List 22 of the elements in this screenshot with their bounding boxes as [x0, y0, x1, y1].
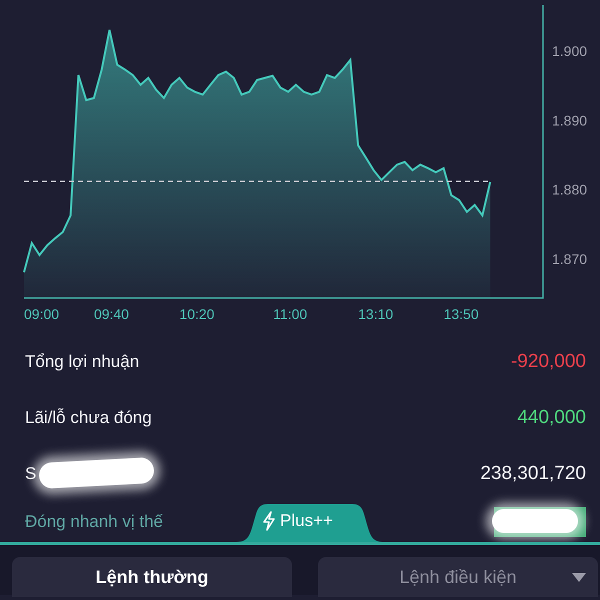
- axis-label: 11:00: [273, 306, 308, 322]
- axis-label: 10:20: [179, 306, 214, 322]
- row-label: S: [25, 464, 36, 484]
- row-value: 238,301,720: [480, 463, 586, 485]
- axis-label: 13:50: [444, 306, 479, 322]
- order-tab[interactable]: Lệnh thường: [12, 557, 292, 597]
- axis-label: 09:00: [24, 306, 60, 322]
- axis-label: 1.880: [552, 182, 588, 198]
- plus-tab-label[interactable]: Plus++: [280, 511, 333, 531]
- row-value: 440,000: [517, 407, 586, 429]
- row-label: Tổng lợi nhuận: [25, 352, 140, 372]
- axis-label: 1.890: [552, 112, 588, 128]
- axis-label: 09:40: [94, 306, 129, 322]
- order-tab[interactable]: Lệnh điều kiện: [318, 557, 598, 597]
- row-label: Lãi/lỗ chưa đóng: [25, 408, 152, 428]
- lightning-icon: [262, 511, 276, 531]
- quick-close-link[interactable]: Đóng nhanh vị thế: [25, 512, 163, 532]
- quick-action-button[interactable]: [494, 507, 586, 537]
- axis-label: 13:10: [358, 306, 394, 322]
- axis-label: 1.870: [552, 251, 588, 268]
- row-value: -920,000: [510, 351, 586, 373]
- axis-label: 1.900: [552, 42, 588, 59]
